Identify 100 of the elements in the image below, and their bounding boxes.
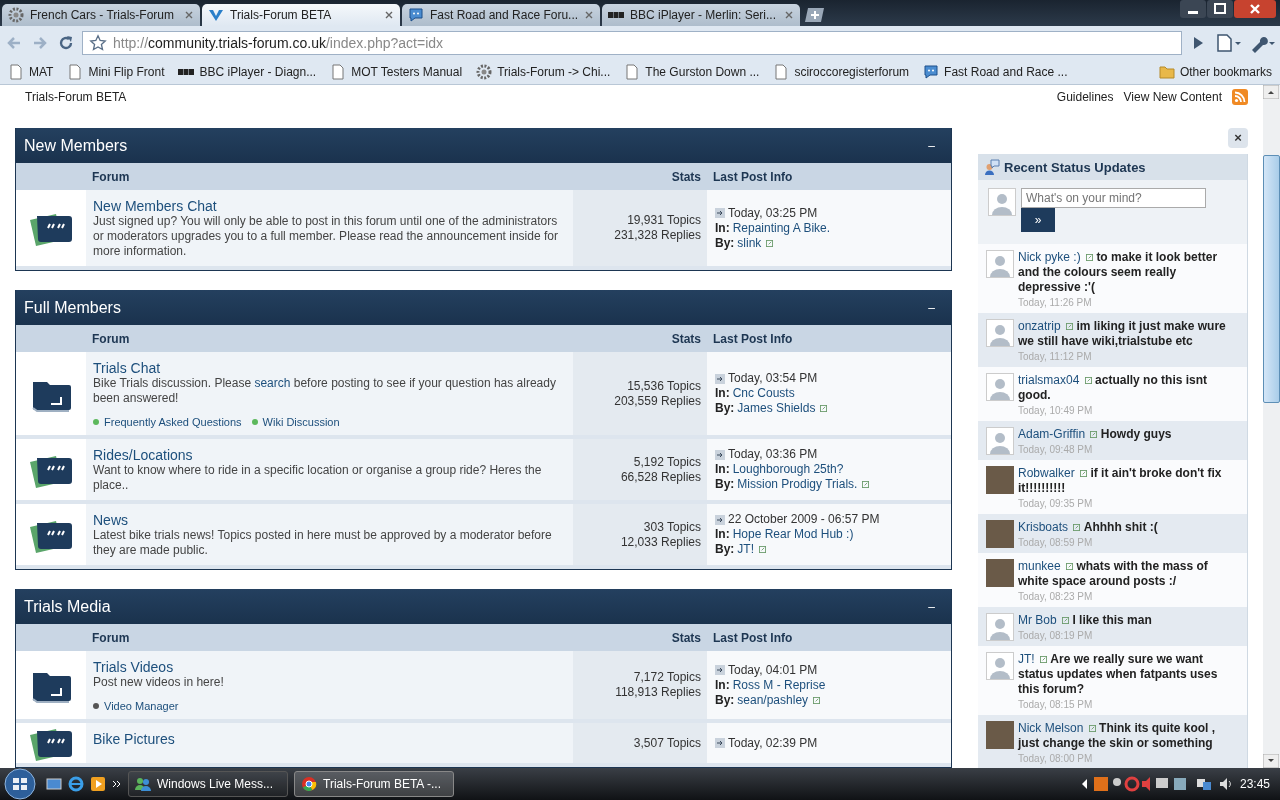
minimize-icon[interactable] xyxy=(1180,0,1206,18)
go-to-post-icon[interactable] xyxy=(715,514,725,525)
close-icon[interactable] xyxy=(184,10,194,20)
user-link[interactable]: James Shields xyxy=(737,401,816,416)
other-bookmarks[interactable]: Other bookmarks xyxy=(1158,64,1272,80)
user-link[interactable]: Krisboats xyxy=(1018,520,1069,534)
bookmark[interactable]: Trials-Forum -> Chi... xyxy=(476,64,611,80)
forum-name-link[interactable]: Rides/Locations xyxy=(93,447,193,463)
site-title[interactable]: Trials-Forum BETA xyxy=(25,90,127,104)
user-link[interactable]: Adam-Griffin xyxy=(1018,427,1086,441)
go-to-post-icon[interactable] xyxy=(715,449,725,460)
external-link-icon[interactable] xyxy=(1062,617,1070,624)
scrollbar-thumb[interactable] xyxy=(1263,155,1280,403)
go-to-post-icon[interactable] xyxy=(715,665,725,675)
bookmark[interactable]: MAT xyxy=(8,64,54,80)
close-icon[interactable] xyxy=(784,10,794,20)
taskbar-button[interactable]: Windows Live Mess... xyxy=(128,771,288,797)
user-link[interactable]: Nick pyke :) xyxy=(1018,250,1081,264)
scroll-up-icon[interactable] xyxy=(1263,85,1279,99)
user-link[interactable]: slink xyxy=(737,235,762,251)
star-icon[interactable] xyxy=(89,34,107,52)
bookmark[interactable]: sciroccoregisterforum xyxy=(773,64,910,80)
forum-name-link[interactable]: News xyxy=(93,512,128,528)
browser-tab[interactable]: Trials-Forum BETA xyxy=(202,4,400,26)
external-link-icon[interactable] xyxy=(1066,563,1074,570)
topic-link[interactable]: Cnc Cousts xyxy=(732,386,795,401)
user-link[interactable]: Mr Bob xyxy=(1018,613,1057,627)
search-link[interactable]: search xyxy=(254,376,291,390)
external-link-icon[interactable] xyxy=(1080,470,1088,477)
network-icon[interactable] xyxy=(1195,776,1212,792)
user-link[interactable]: Nick Melson xyxy=(1018,721,1084,735)
media-player-icon[interactable] xyxy=(90,776,106,792)
browser-tab[interactable]: Fast Road and Race Foru... xyxy=(402,4,600,26)
external-link-icon[interactable] xyxy=(813,696,821,704)
go-to-post-icon[interactable] xyxy=(715,738,725,748)
user-link[interactable]: JT! xyxy=(1018,652,1035,666)
close-icon[interactable] xyxy=(584,10,594,20)
address-bar[interactable]: http://community.trials-forum.co.uk/index.php?act=idx xyxy=(82,31,1182,55)
scrollbar[interactable] xyxy=(1263,85,1280,768)
desktop-icon[interactable] xyxy=(46,776,62,792)
user-link[interactable]: JT! xyxy=(737,542,754,557)
forum-name-link[interactable]: Bike Pictures xyxy=(93,731,175,747)
external-link-icon[interactable] xyxy=(1088,725,1096,732)
maximize-icon[interactable] xyxy=(1207,0,1233,18)
external-link-icon[interactable] xyxy=(766,239,774,247)
collapse-button[interactable]: – xyxy=(928,300,935,315)
chevron-icon[interactable] xyxy=(112,779,122,789)
browser-tab[interactable]: French Cars - Trials-Forum xyxy=(2,4,200,26)
external-link-icon[interactable] xyxy=(759,546,766,553)
topic-link[interactable]: Hope Rear Mod Hub :) xyxy=(732,527,854,542)
external-link-icon[interactable] xyxy=(1040,656,1047,663)
status-update-text: Nick pyke :) to make it look better and the colours seem really depressive :'( xyxy=(1018,250,1219,295)
user-link[interactable]: onzatrip xyxy=(1018,319,1061,333)
clock[interactable]: 23:45 xyxy=(1239,777,1270,791)
bookmark[interactable]: Fast Road and Race ... xyxy=(923,64,1068,80)
external-link-icon[interactable] xyxy=(1073,524,1081,531)
subforum-link[interactable]: Video Manager xyxy=(93,700,179,712)
forum-name-link[interactable]: New Members Chat xyxy=(93,198,217,214)
external-link-icon[interactable] xyxy=(1086,254,1094,261)
column-header: Forum xyxy=(91,169,131,184)
subforum-link[interactable]: Wiki Discussion xyxy=(251,416,340,428)
external-link-icon[interactable] xyxy=(1090,431,1098,438)
header-link[interactable]: Guidelines xyxy=(1056,90,1114,104)
topic-link[interactable]: Ross M - Reprise xyxy=(732,677,826,693)
status-input[interactable]: What's on your mind? xyxy=(1021,188,1206,208)
user-link[interactable]: Robwalker xyxy=(1018,466,1075,480)
scroll-down-icon[interactable] xyxy=(1263,754,1279,768)
topic-link[interactable]: Loughborough 25th? xyxy=(732,462,844,477)
speaker-icon[interactable] xyxy=(1217,776,1234,792)
close-icon[interactable] xyxy=(384,10,394,20)
forum-name-link[interactable]: Trials Videos xyxy=(93,659,174,675)
bookmark[interactable]: MOT Testers Manual xyxy=(330,64,463,80)
external-link-icon[interactable] xyxy=(1066,323,1074,330)
forum-name-link[interactable]: Trials Chat xyxy=(93,360,161,376)
subforum-link[interactable]: Frequently Asked Questions xyxy=(93,416,242,428)
collapse-button[interactable]: – xyxy=(928,138,935,153)
taskbar-button[interactable]: Trials-Forum BETA -... xyxy=(294,771,454,797)
page-menu-icon[interactable] xyxy=(1214,33,1242,53)
submit-button[interactable]: » xyxy=(1021,208,1055,232)
user-link[interactable]: munkee xyxy=(1018,559,1061,573)
user-link[interactable]: trialsmax04 xyxy=(1018,373,1080,387)
new-tab-icon[interactable] xyxy=(805,7,827,23)
bookmark[interactable]: BBC iPlayer - Diagn... xyxy=(178,64,317,80)
bookmark[interactable]: The Gurston Down ... xyxy=(624,64,760,80)
external-link-icon[interactable] xyxy=(1084,377,1092,384)
close-icon[interactable] xyxy=(1234,0,1276,18)
user-link[interactable]: Mission Prodigy Trials. xyxy=(737,477,858,492)
go-to-post-icon[interactable] xyxy=(715,373,725,384)
header-link[interactable]: View New Content xyxy=(1123,90,1222,104)
user-link[interactable]: sean/pashley xyxy=(737,692,809,708)
url-text[interactable]: http://community.trials-forum.co.uk/index.php?act=idx xyxy=(113,35,444,51)
topic-link[interactable]: Repainting A Bike. xyxy=(732,220,831,236)
collapse-button[interactable]: – xyxy=(928,599,935,614)
close-button[interactable]: × xyxy=(1228,128,1248,148)
external-link-icon[interactable] xyxy=(862,481,870,488)
bookmark[interactable]: Mini Flip Front xyxy=(67,64,165,80)
go-to-post-icon[interactable] xyxy=(715,208,725,218)
browser-tab[interactable]: BBC iPlayer - Merlin: Seri... xyxy=(602,4,800,26)
external-link-icon[interactable] xyxy=(820,405,828,412)
browser-e-icon[interactable] xyxy=(68,776,84,792)
